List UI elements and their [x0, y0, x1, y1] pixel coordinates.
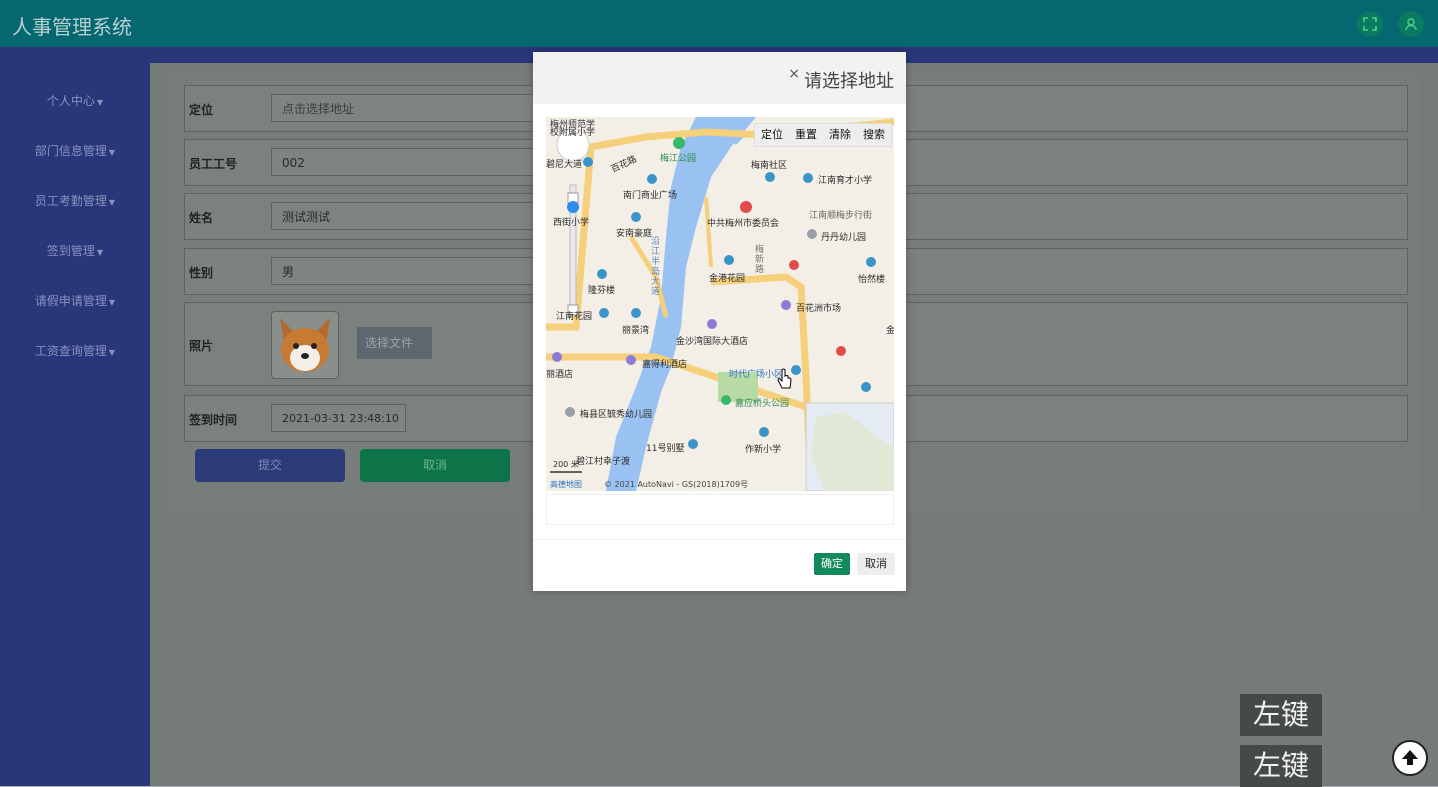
sidebar-item-label: 部门信息管理	[34, 144, 107, 158]
sidebar-item-attendance[interactable]: 员工考勤管理 ▼	[0, 192, 150, 209]
map-label: 江南育才小学	[818, 176, 873, 186]
chevron-down-icon: ▼	[108, 198, 116, 207]
sidebar-item-label: 签到管理	[46, 244, 95, 258]
modal-divider	[533, 539, 906, 540]
map-label: 丽酒店	[546, 370, 574, 380]
app-title: 人事管理系统	[12, 15, 132, 39]
modal-title: 请选择地址	[804, 71, 894, 92]
sidebar-item-personal-center[interactable]: 个人中心 ▼	[0, 92, 150, 109]
close-icon[interactable]: ×	[788, 66, 800, 82]
address-modal: × 请选择地址 梅州师范学 校附属小学 碧尼大道 百花路 梅江公园 梅南社区 江…	[533, 52, 906, 591]
chevron-down-icon: ▼	[108, 148, 116, 157]
map-label: 丹丹幼儿园	[821, 233, 867, 243]
key-hint-badge: 左键	[1240, 694, 1322, 736]
map-label: 南门商业广场	[623, 191, 678, 201]
modal-cancel-button[interactable]: 取消	[857, 553, 895, 575]
choose-file-button[interactable]: 选择文件	[357, 327, 432, 359]
address-input[interactable]	[546, 494, 894, 525]
map-label: 百花洲市场	[796, 304, 842, 314]
map-label: 西街小学	[553, 218, 590, 228]
map-reset-button[interactable]: 重置	[789, 124, 823, 146]
scroll-top-icon[interactable]	[1392, 740, 1428, 776]
map-label: 丽景湾	[622, 326, 650, 336]
employee-no-label: 员工工号	[189, 157, 238, 171]
location-input[interactable]: 点击选择地址	[271, 94, 571, 122]
map-label: 嘉得利酒店	[642, 360, 688, 370]
map-label: 碧江村幸子渡	[576, 457, 631, 467]
hand-cursor-icon	[777, 368, 792, 389]
sidebar-item-label: 工资查询管理	[34, 344, 107, 358]
map-label: 怡然楼	[858, 275, 886, 285]
map-label: 江南花园	[556, 312, 593, 322]
signin-time-input[interactable]: 2021-03-31 23:48:10	[271, 404, 406, 432]
map-search-button[interactable]: 搜索	[857, 124, 891, 146]
map-label: 11号别墅	[646, 444, 685, 454]
map-label: 碧尼大道	[546, 160, 583, 170]
map-scale: 200 米	[553, 460, 579, 469]
map-label: 作新小学	[745, 445, 782, 455]
sidebar-item-label: 请假申请管理	[34, 294, 107, 308]
map-label: 金	[886, 326, 894, 336]
map-label: 隆芬楼	[588, 286, 616, 296]
map-label: 金沙湾国际大酒店	[676, 337, 749, 347]
map-label: 梅新路	[755, 245, 765, 275]
modal-header: × 请选择地址	[533, 52, 906, 104]
user-icon[interactable]	[1398, 11, 1424, 37]
map-label: 梅江公园	[660, 154, 697, 164]
name-input[interactable]: 测试测试	[271, 202, 571, 230]
submit-button[interactable]: 提交	[195, 449, 345, 482]
chevron-down-icon: ▼	[108, 298, 116, 307]
sidebar-item-leave[interactable]: 请假申请管理 ▼	[0, 292, 150, 309]
sidebar-item-department[interactable]: 部门信息管理 ▼	[0, 142, 150, 159]
map-label: 沿江半岛大道	[651, 237, 661, 297]
map-label: 嘉应桥头公园	[735, 399, 790, 409]
map-label: 时代广场小区	[729, 370, 784, 380]
name-label: 姓名	[189, 211, 214, 225]
map-label: 梅南社区	[751, 161, 788, 171]
sidebar-item-salary[interactable]: 工资查询管理 ▼	[0, 342, 150, 359]
chevron-down-icon: ▼	[108, 348, 116, 357]
gender-label: 性别	[189, 266, 214, 280]
map-label: 金港花园	[709, 274, 746, 284]
map-label: 江南顺梅步行街	[809, 211, 873, 221]
map-view[interactable]: 梅州师范学 校附属小学 碧尼大道 百花路 梅江公园 梅南社区 江南育才小学 南门…	[546, 117, 894, 491]
map-label: 中共梅州市委员会	[707, 219, 780, 229]
confirm-button[interactable]: 确定	[814, 553, 850, 575]
sidebar-item-label: 员工考勤管理	[34, 194, 107, 208]
signin-time-label: 签到时间	[189, 413, 238, 427]
map-label: 安南豪庭	[616, 229, 653, 239]
map-label: 校附属小学	[550, 128, 596, 138]
chevron-down-icon: ▼	[96, 98, 104, 107]
location-label: 定位	[189, 103, 214, 117]
sidebar-item-label: 个人中心	[46, 94, 95, 108]
map-brand: 高德地图	[550, 480, 582, 489]
cancel-button[interactable]: 取消	[360, 449, 510, 482]
map-toolbar: 定位 重置 清除 搜索	[754, 123, 892, 147]
map-clear-button[interactable]: 清除	[823, 124, 857, 146]
fullscreen-icon[interactable]	[1357, 11, 1383, 37]
photo-label: 照片	[189, 339, 214, 353]
sidebar-item-signin[interactable]: 签到管理 ▼	[0, 242, 150, 259]
chevron-down-icon: ▼	[96, 248, 104, 257]
map-copyright: © 2021 AutoNavi - GS(2018)1709号	[604, 480, 749, 489]
map-label: 梅县区毓秀幼儿园	[580, 410, 653, 420]
employee-no-input[interactable]: 002	[271, 148, 571, 176]
top-bar: 人事管理系统	[0, 0, 1438, 47]
avatar	[271, 311, 339, 379]
key-hint-badge: 左键	[1240, 745, 1322, 787]
sidebar: 个人中心 ▼ 部门信息管理 ▼ 员工考勤管理 ▼ 签到管理 ▼ 请假申请管理 ▼ 工资查询…	[0, 47, 150, 786]
gender-select[interactable]: 男	[271, 257, 571, 285]
map-locate-button[interactable]: 定位	[755, 124, 789, 146]
